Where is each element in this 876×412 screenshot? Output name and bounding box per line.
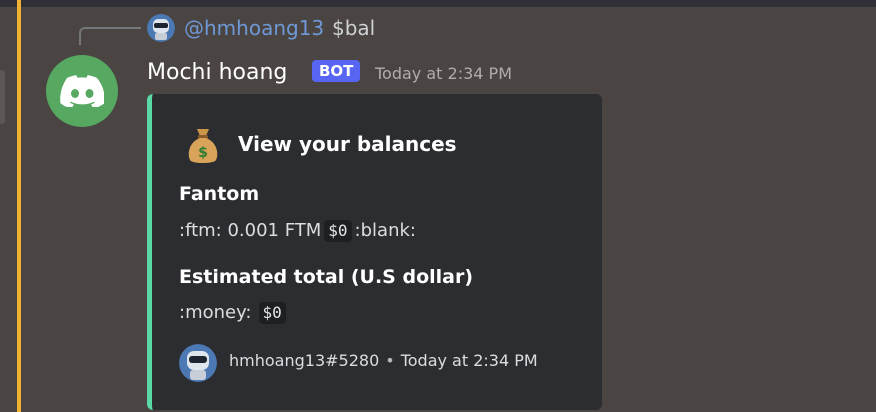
message-timestamp[interactable]: Today at 2:34 PM	[375, 61, 512, 87]
footer-timestamp: Today at 2:34 PM	[400, 351, 538, 370]
field-value-fantom: :ftm: 0.001 FTM $0:blank:	[179, 217, 416, 245]
robot-avatar-icon[interactable]	[147, 14, 175, 42]
discord-logo-icon	[60, 75, 104, 107]
svg-text:$: $	[198, 145, 208, 161]
embed-footer: hmhoang13#5280 • Today at 2:34 PM	[229, 348, 538, 374]
fantom-amount: :ftm: 0.001 FTM	[179, 220, 322, 241]
money-bag-icon: $	[188, 129, 218, 163]
reply-content[interactable]: $bal	[332, 14, 375, 42]
field-name-fantom: Fantom	[179, 183, 260, 205]
fantom-blank-emoji: :blank:	[354, 220, 416, 241]
mention-highlight-bar	[17, 0, 21, 412]
author-avatar[interactable]	[46, 55, 118, 127]
footer-separator: •	[385, 351, 395, 370]
fantom-usd-code: $0	[324, 220, 352, 242]
money-emoji: :money:	[179, 302, 252, 323]
top-strip	[0, 0, 876, 7]
robot-avatar-icon	[179, 344, 217, 382]
total-usd-code: $0	[258, 302, 286, 324]
field-value-estimated-total: :money: $0	[179, 299, 289, 327]
balance-embed: $ View your balances Fantom :ftm: 0.001 …	[147, 94, 602, 410]
footer-user: hmhoang13#5280	[229, 351, 380, 370]
bot-tag: BOT	[312, 60, 361, 82]
field-name-estimated-total: Estimated total (U.S dollar)	[179, 266, 474, 288]
embed-title: View your balances	[238, 132, 457, 156]
side-panel-handle[interactable]	[0, 70, 5, 124]
author-name[interactable]: Mochi hoang	[147, 58, 287, 88]
reply-mention-link[interactable]: @hmhoang13	[184, 14, 324, 42]
reply-spine	[79, 27, 141, 45]
